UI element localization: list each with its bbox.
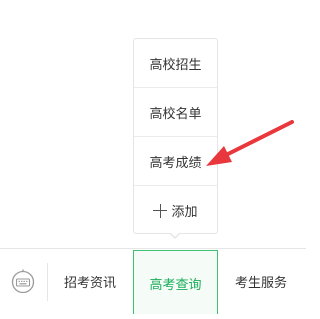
menu-tab-gaokao-chaxun[interactable]: 高考查询 <box>133 250 218 316</box>
menu-tab-kaosheng-fuwu[interactable]: 考生服务 <box>219 249 303 314</box>
red-arrow-icon <box>206 120 294 166</box>
wechat-menu-screen: 高校招生 高校名单 高考成绩 添加 招考资讯 高考查询 考生服务 <box>0 0 306 319</box>
submenu-item-label: 高考成绩 <box>149 155 202 171</box>
add-submenu-button[interactable]: 添加 <box>134 186 217 235</box>
custom-menu-bar: 招考资讯 高考查询 考生服务 <box>0 248 306 316</box>
submenu-item-gaoxiao-zhaosheng[interactable]: 高校招生 <box>134 39 217 88</box>
add-label: 添加 <box>171 205 198 220</box>
plus-icon <box>153 203 168 218</box>
keyboard-icon[interactable] <box>10 269 36 295</box>
menu-tab-label: 考生服务 <box>234 276 287 291</box>
popup-caret-inner <box>170 232 180 237</box>
bottom-strip <box>0 314 306 319</box>
menu-tab-zhaokao-zixun[interactable]: 招考资讯 <box>48 249 132 314</box>
submenu-item-label: 高校招生 <box>149 57 202 73</box>
menu-tab-label: 招考资讯 <box>63 276 116 291</box>
submenu-item-label: 高校名单 <box>149 106 202 122</box>
menu-tab-label: 高考查询 <box>149 277 202 293</box>
